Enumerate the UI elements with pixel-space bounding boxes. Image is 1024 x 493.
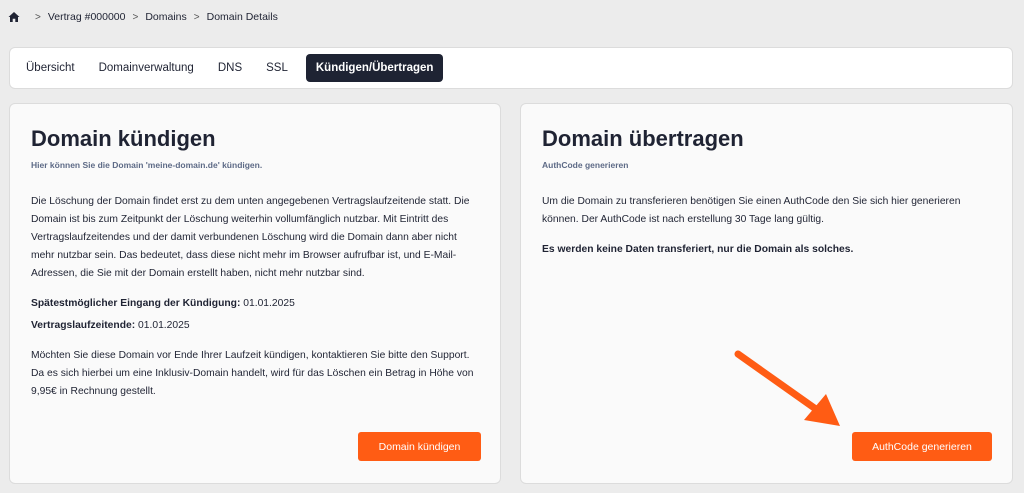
cancel-deadline-row: Spätestmöglicher Eingang der Kündigung: …: [31, 295, 482, 313]
transfer-card-body: Um die Domain zu transferieren benötigen…: [542, 193, 994, 271]
chevron-right-icon: >: [35, 11, 41, 23]
tab-overview[interactable]: Übersicht: [16, 55, 85, 81]
contract-end-label: Vertragslaufzeitende:: [31, 320, 136, 331]
contract-end-value: 01.01.2025: [138, 320, 190, 331]
tab-cancel-transfer[interactable]: Kündigen/Übertragen: [305, 54, 444, 82]
tab-ssl[interactable]: SSL: [256, 55, 298, 81]
cancel-domain-card: Domain kündigen Hier können Sie die Doma…: [9, 103, 501, 484]
breadcrumb-item-domains[interactable]: Domains: [145, 11, 186, 23]
cancel-card-subtitle: Hier können Sie die Domain 'meine-domain…: [31, 160, 263, 170]
breadcrumb-item-contract[interactable]: Vertrag #000000: [48, 11, 126, 23]
chevron-right-icon: >: [132, 11, 139, 23]
cancel-support-text: Möchten Sie diese Domain vor Ende Ihrer …: [31, 350, 474, 397]
cancel-deadline-label: Spätestmöglicher Eingang der Kündigung:: [31, 298, 241, 309]
transfer-info-text: Um die Domain zu transferieren benötigen…: [542, 196, 961, 225]
tab-bar: Übersicht Domainverwaltung DNS SSL Kündi…: [9, 47, 1013, 89]
generate-authcode-button[interactable]: AuthCode generieren: [852, 432, 992, 461]
chevron-right-icon: >: [193, 11, 200, 23]
arrow-annotation: [734, 350, 840, 426]
contract-end-row: Vertragslaufzeitende: 01.01.2025: [31, 317, 482, 335]
transfer-card-title: Domain übertragen: [542, 126, 744, 151]
transfer-card-subtitle: AuthCode generieren: [542, 160, 629, 170]
home-icon[interactable]: [8, 11, 20, 23]
breadcrumb: > Vertrag #000000 > Domains > Domain Det…: [8, 11, 278, 23]
cancel-card-body: Die Löschung der Domain findet erst zu d…: [31, 193, 482, 413]
cancel-domain-button[interactable]: Domain kündigen: [358, 432, 481, 461]
cancel-card-title: Domain kündigen: [31, 126, 216, 151]
tab-domain-management[interactable]: Domainverwaltung: [89, 55, 204, 81]
breadcrumb-item-domain-details: Domain Details: [206, 11, 278, 23]
tab-dns[interactable]: DNS: [208, 55, 252, 81]
transfer-note-text: Es werden keine Daten transferiert, nur …: [542, 244, 854, 255]
cancel-deadline-value: 01.01.2025: [243, 298, 295, 309]
cancel-info-text: Die Löschung der Domain findet erst zu d…: [31, 196, 470, 279]
